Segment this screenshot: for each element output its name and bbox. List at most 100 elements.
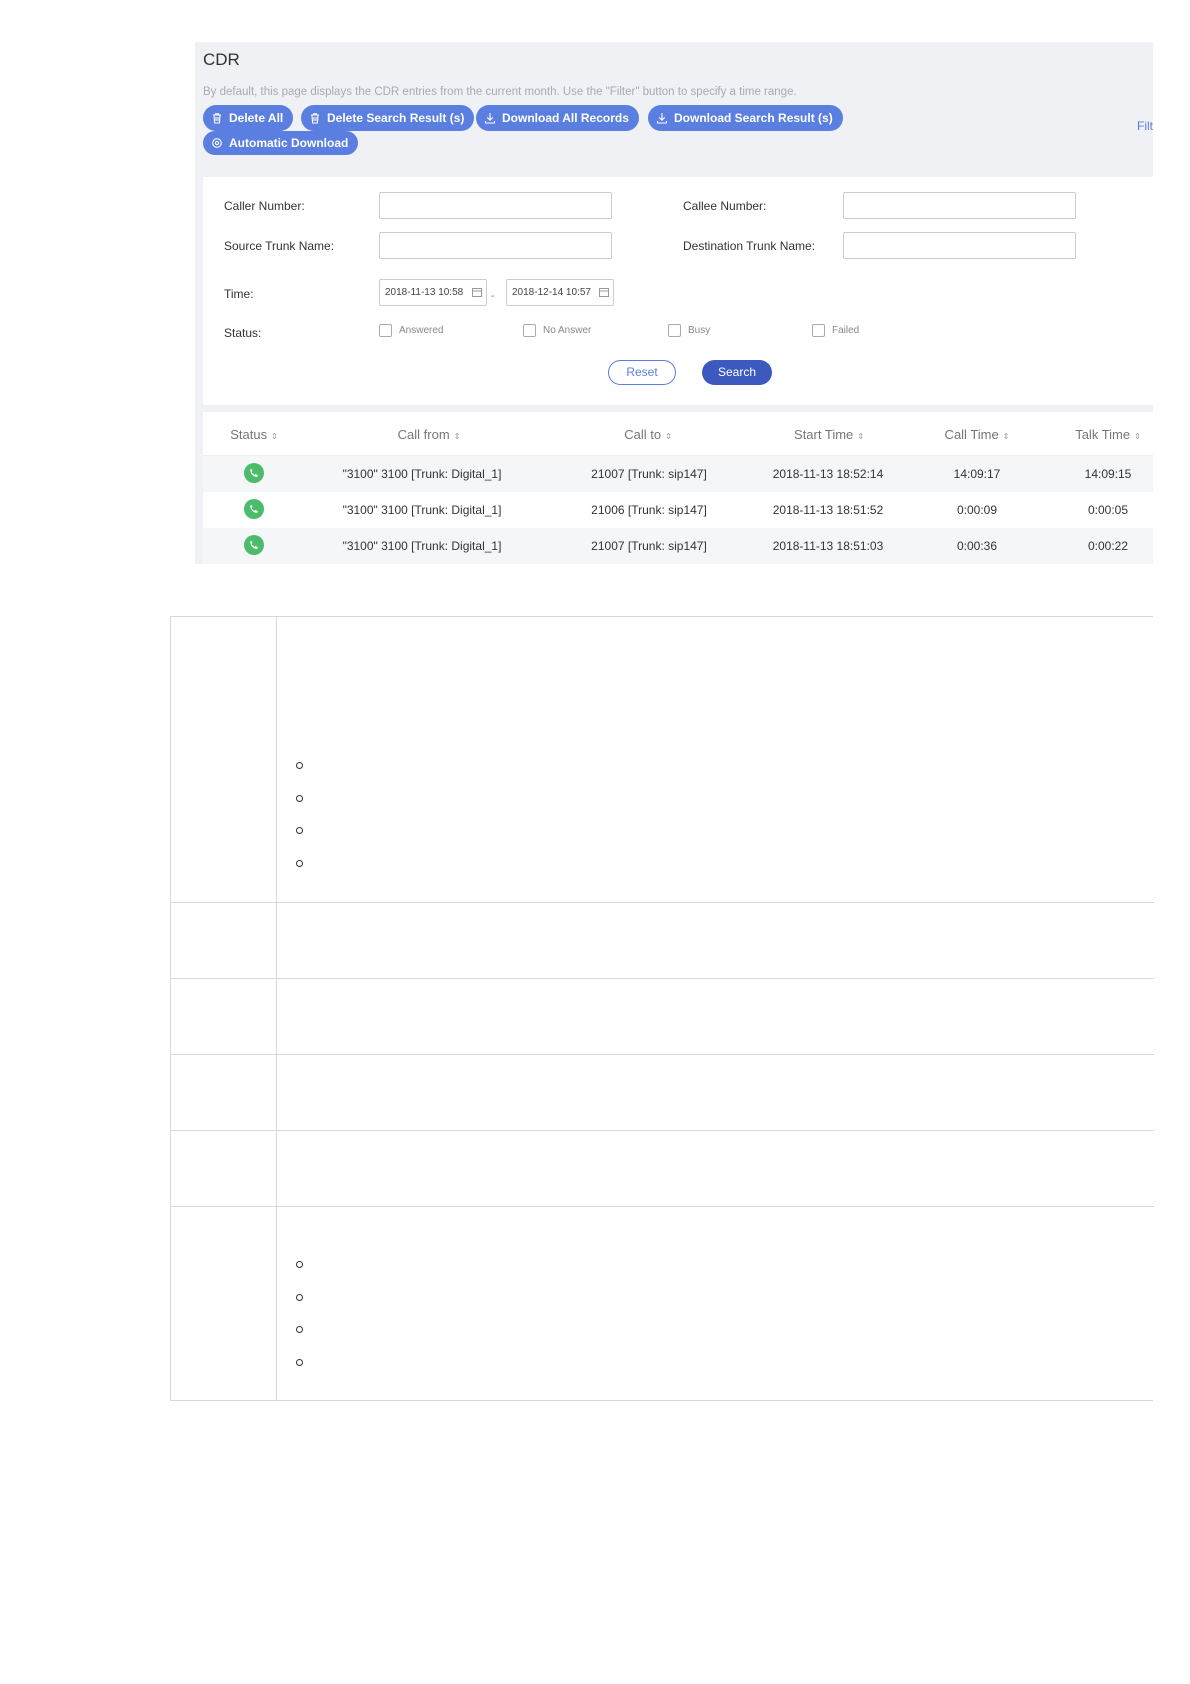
- list-bullet: [296, 860, 303, 867]
- list-bullet: [296, 1294, 303, 1301]
- table-row[interactable]: "3100" 3100 [Trunk: Digital_1] 21007 [Tr…: [203, 528, 1153, 564]
- source-trunk-label: Source Trunk Name:: [224, 239, 335, 253]
- column-start-time-label: Start Time: [794, 427, 854, 442]
- search-button[interactable]: Search: [702, 360, 772, 385]
- description-table: [170, 616, 1154, 1401]
- trash-icon: [213, 113, 221, 124]
- call-time-cell: 0:00:09: [956, 503, 998, 517]
- checkbox-box[interactable]: [523, 324, 536, 337]
- status-answered-checkbox[interactable]: Answered: [379, 324, 443, 337]
- list-bullet: [296, 762, 303, 769]
- callee-number-input[interactable]: [843, 192, 1076, 219]
- calendar-icon: [599, 288, 609, 297]
- destination-trunk-label: Destination Trunk Name:: [683, 239, 816, 253]
- time-to-input[interactable]: 2018-12-14 10:57: [506, 279, 614, 306]
- sort-icon[interactable]: ⇕: [454, 432, 461, 441]
- download-all-records-label: Download All Records: [502, 111, 629, 125]
- reset-button[interactable]: Reset: [608, 360, 676, 385]
- list-bullet: [296, 1261, 303, 1268]
- download-all-records-button[interactable]: Download All Records: [476, 105, 639, 131]
- table-header: Status ⇕ Call from ⇕ Call to ⇕ Start Time ⇕ …: [203, 412, 1153, 456]
- time-from-input[interactable]: 2018-11-13 10:58: [379, 279, 487, 306]
- talk-time-cell: 0:00:22: [1087, 539, 1129, 553]
- cdr-panel: CDR By default, this page displays the C…: [195, 42, 1153, 564]
- delete-search-result-label: Delete Search Result (s): [327, 111, 465, 125]
- status-label: Status:: [224, 326, 262, 340]
- filter-link[interactable]: Filt: [1137, 119, 1153, 133]
- automatic-download-button[interactable]: Automatic Download: [203, 131, 359, 155]
- time-separator: -: [491, 291, 495, 302]
- talk-time-cell: 0:00:05: [1087, 503, 1129, 517]
- start-time-cell: 2018-11-13 18:52:14: [772, 467, 884, 481]
- sort-icon[interactable]: ⇕: [857, 432, 864, 441]
- filter-form: Caller Number: Callee Number: Source Tru…: [203, 177, 1153, 405]
- column-call-time-label: Call Time: [944, 427, 999, 442]
- automatic-download-label: Automatic Download: [229, 136, 349, 150]
- call-from-cell: "3100" 3100 [Trunk: Digital_1]: [342, 467, 502, 481]
- column-talk-time[interactable]: Talk Time ⇕: [1075, 427, 1141, 442]
- column-start-time[interactable]: Start Time ⇕: [794, 427, 864, 442]
- table-row-divider: [171, 978, 1154, 979]
- talk-time-cell: 14:09:15: [1084, 467, 1132, 481]
- checkbox-box[interactable]: [812, 324, 825, 337]
- source-trunk-input[interactable]: [379, 232, 612, 259]
- time-label: Time:: [224, 287, 254, 301]
- column-call-to[interactable]: Call to ⇕: [624, 427, 672, 442]
- sort-icon[interactable]: ⇕: [665, 432, 672, 441]
- calendar-icon: [472, 288, 482, 297]
- column-talk-time-label: Talk Time: [1075, 427, 1131, 442]
- phone-answered-icon: [244, 463, 264, 483]
- delete-search-result-button[interactable]: Delete Search Result (s): [301, 105, 475, 131]
- call-to-cell: 21006 [Trunk: sip147]: [591, 503, 707, 517]
- column-call-from-label: Call from: [397, 427, 450, 442]
- download-icon: [656, 113, 668, 124]
- caller-number-label: Caller Number:: [224, 199, 305, 213]
- sort-icon[interactable]: ⇕: [1003, 432, 1010, 441]
- call-time-cell: 14:09:17: [953, 467, 1001, 481]
- download-icon: [484, 113, 496, 124]
- status-failed-checkbox[interactable]: Failed: [812, 324, 859, 337]
- list-bullet: [296, 827, 303, 834]
- call-to-cell: 21007 [Trunk: sip147]: [591, 467, 707, 481]
- status-busy-label: Busy: [688, 325, 711, 336]
- sort-icon[interactable]: ⇕: [1134, 432, 1141, 441]
- sort-icon[interactable]: ⇕: [271, 432, 278, 441]
- time-to-value: 2018-12-14 10:57: [512, 287, 591, 298]
- table-row-divider: [171, 1130, 1154, 1131]
- table-row-divider: [171, 902, 1154, 903]
- list-bullet: [296, 1326, 303, 1333]
- table-row[interactable]: "3100" 3100 [Trunk: Digital_1] 21007 [Tr…: [203, 456, 1153, 492]
- time-from-value: 2018-11-13 10:58: [385, 287, 464, 298]
- delete-all-button[interactable]: Delete All: [203, 105, 294, 131]
- cdr-table: Status ⇕ Call from ⇕ Call to ⇕ Start Time ⇕ …: [203, 412, 1153, 564]
- table-row-divider: [171, 1206, 1154, 1207]
- status-failed-label: Failed: [832, 325, 860, 336]
- column-call-time[interactable]: Call Time ⇕: [945, 427, 1010, 442]
- list-bullet: [296, 795, 303, 802]
- phone-answered-icon: [244, 499, 264, 519]
- column-status[interactable]: Status ⇕: [230, 427, 278, 442]
- gear-icon: [212, 138, 222, 148]
- download-search-result-label: Download Search Result (s): [674, 111, 833, 125]
- status-busy-checkbox[interactable]: Busy: [668, 324, 710, 337]
- checkbox-box[interactable]: [668, 324, 681, 337]
- call-to-cell: 21007 [Trunk: sip147]: [591, 539, 707, 553]
- column-call-to-label: Call to: [624, 427, 662, 442]
- column-status-label: Status: [230, 427, 268, 442]
- status-no-answer-label: No Answer: [543, 325, 592, 336]
- checkbox-box[interactable]: [379, 324, 392, 337]
- list-bullet: [296, 1359, 303, 1366]
- destination-trunk-input[interactable]: [843, 232, 1076, 259]
- call-from-cell: "3100" 3100 [Trunk: Digital_1]: [342, 539, 502, 553]
- caller-number-input[interactable]: [379, 192, 612, 219]
- phone-answered-icon: [244, 535, 264, 555]
- table-row[interactable]: "3100" 3100 [Trunk: Digital_1] 21006 [Tr…: [203, 492, 1153, 528]
- download-search-result-button[interactable]: Download Search Result (s): [648, 105, 843, 131]
- table-column-divider: [276, 617, 277, 1400]
- callee-number-label: Callee Number:: [683, 199, 767, 213]
- column-call-from[interactable]: Call from ⇕: [398, 427, 461, 442]
- page-title: CDR: [203, 50, 240, 69]
- trash-icon: [311, 113, 319, 124]
- status-no-answer-checkbox[interactable]: No Answer: [523, 324, 591, 337]
- status-answered-label: Answered: [399, 325, 444, 336]
